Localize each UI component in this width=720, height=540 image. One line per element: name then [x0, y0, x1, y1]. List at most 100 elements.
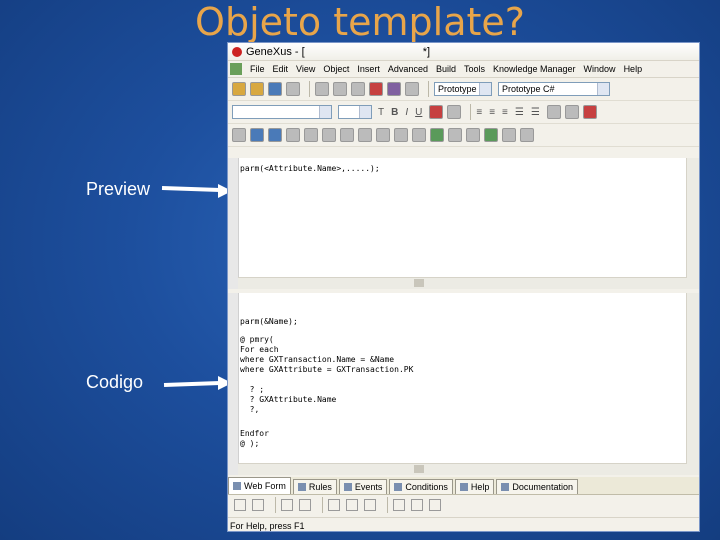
code-line: Endfor — [240, 429, 269, 438]
save-all-icon[interactable] — [286, 82, 300, 96]
chevron-down-icon[interactable] — [319, 106, 331, 118]
cut-icon[interactable] — [315, 82, 329, 96]
specify-icon[interactable] — [387, 82, 401, 96]
align-bottom-icon[interactable] — [299, 499, 311, 511]
print-icon[interactable] — [405, 82, 419, 96]
align-left-icon[interactable]: ≡ — [476, 107, 482, 118]
menu-knowledge-manager[interactable]: Knowledge Manager — [489, 64, 580, 74]
web-component-icon[interactable] — [502, 128, 516, 142]
tab-control-icon[interactable] — [466, 128, 480, 142]
underline-icon[interactable]: U — [415, 107, 422, 118]
back-color-icon[interactable] — [447, 105, 462, 119]
align-right-icon[interactable]: ≡ — [502, 107, 508, 118]
grid-control-icon[interactable] — [358, 128, 372, 142]
code-line: parm(&Name); — [240, 317, 298, 326]
tab-help[interactable]: Help — [454, 479, 495, 494]
menu-object[interactable]: Object — [319, 64, 353, 74]
error-viewer-icon[interactable] — [520, 128, 534, 142]
combo-control-icon[interactable] — [376, 128, 390, 142]
bold-icon[interactable]: B — [391, 107, 398, 118]
indent-icon[interactable]: ☰ — [531, 107, 540, 118]
preview-hscroll[interactable] — [238, 277, 687, 289]
menu-file[interactable]: File — [246, 64, 269, 74]
new-icon[interactable] — [232, 82, 246, 96]
code-line: ? GXAttribute.Name — [240, 395, 337, 404]
prototype-combo[interactable]: Prototype — [434, 82, 492, 96]
save-icon[interactable] — [268, 82, 282, 96]
tab-events[interactable]: Events — [338, 479, 388, 494]
menu-edit[interactable]: Edit — [269, 64, 293, 74]
chevron-down-icon[interactable] — [359, 106, 371, 118]
target-combo[interactable]: Prototype C# — [498, 82, 610, 96]
code-line: For each — [240, 345, 279, 354]
align-top-icon[interactable] — [281, 499, 293, 511]
list-icon[interactable]: ☰ — [515, 107, 524, 118]
attribute-icon[interactable] — [250, 128, 264, 142]
font-size-combo[interactable] — [338, 105, 372, 119]
table-icon[interactable] — [546, 105, 561, 119]
font-size-icon[interactable]: T — [378, 107, 384, 118]
menu-tools[interactable]: Tools — [460, 64, 489, 74]
rectangle-icon[interactable] — [322, 128, 336, 142]
font-combo[interactable] — [232, 105, 332, 119]
same-height-icon[interactable] — [346, 499, 358, 511]
slide-title: Objeto template? — [195, 0, 525, 44]
menu-insert[interactable]: Insert — [353, 64, 384, 74]
document-icon[interactable] — [230, 63, 242, 75]
text-block-icon[interactable] — [268, 128, 282, 142]
code-line: where GXTransaction.Name = &Name — [240, 355, 395, 364]
preview-vscroll[interactable] — [686, 158, 699, 289]
tab-conditions[interactable]: Conditions — [389, 479, 453, 494]
checkbox-control-icon[interactable] — [412, 128, 426, 142]
same-size-icon[interactable] — [364, 499, 376, 511]
window-titlebar[interactable]: GeneXus - [ *] — [228, 43, 699, 61]
space-down-icon[interactable] — [411, 499, 423, 511]
embedded-page-icon[interactable] — [448, 128, 462, 142]
menu-window[interactable]: Window — [580, 64, 620, 74]
preview-pane[interactable]: parm(<Attribute.Name>,.....); — [228, 158, 699, 289]
user-control-icon[interactable] — [484, 128, 498, 142]
tab-rules[interactable]: Rules — [292, 479, 337, 494]
open-icon[interactable] — [250, 82, 264, 96]
code-label: Codigo — [86, 372, 144, 392]
standard-toolbar: Prototype Prototype C# — [228, 78, 699, 101]
tab-web-form[interactable]: Web Form — [228, 477, 291, 494]
build-icon[interactable] — [369, 82, 383, 96]
same-width-icon[interactable] — [328, 499, 340, 511]
image-control-icon[interactable] — [430, 128, 444, 142]
link-icon[interactable] — [286, 128, 300, 142]
line-icon[interactable] — [304, 128, 318, 142]
tab-documentation[interactable]: Documentation — [496, 479, 578, 494]
menu-view[interactable]: View — [292, 64, 319, 74]
paste-icon[interactable] — [351, 82, 365, 96]
button-control-icon[interactable] — [394, 128, 408, 142]
menu-build[interactable]: Build — [432, 64, 460, 74]
code-hscroll[interactable] — [238, 463, 687, 475]
font-color-icon[interactable] — [429, 105, 444, 119]
center-horizontal-icon[interactable] — [429, 499, 441, 511]
preview-arrow — [161, 185, 221, 193]
layout-icon[interactable] — [582, 105, 597, 119]
align-center-icon[interactable]: ≡ — [489, 107, 495, 118]
copy-icon[interactable] — [333, 82, 347, 96]
menu-help[interactable]: Help — [620, 64, 647, 74]
pointer-icon[interactable] — [232, 128, 246, 142]
code-line: @ pmry( — [240, 335, 274, 344]
preview-label: Preview — [86, 179, 151, 199]
table-control-icon[interactable] — [340, 128, 354, 142]
events-icon — [343, 483, 352, 491]
code-vscroll[interactable] — [686, 293, 699, 475]
menu-advanced[interactable]: Advanced — [384, 64, 432, 74]
grid-icon[interactable] — [564, 105, 579, 119]
align-right-edges-icon[interactable] — [252, 499, 264, 511]
code-pane[interactable]: parm(&Name); @ pmry( For each where GXTr… — [228, 293, 699, 475]
chevron-down-icon[interactable] — [597, 83, 609, 95]
prototype-combo-value: Prototype — [438, 84, 477, 94]
align-left-edges-icon[interactable] — [234, 499, 246, 511]
genexus-app-icon — [232, 46, 242, 57]
space-across-icon[interactable] — [393, 499, 405, 511]
code-line: where GXAttribute = GXTransaction.PK — [240, 365, 414, 374]
italic-icon[interactable]: I — [405, 107, 408, 118]
web-form-icon — [233, 482, 241, 490]
chevron-down-icon[interactable] — [479, 83, 491, 95]
